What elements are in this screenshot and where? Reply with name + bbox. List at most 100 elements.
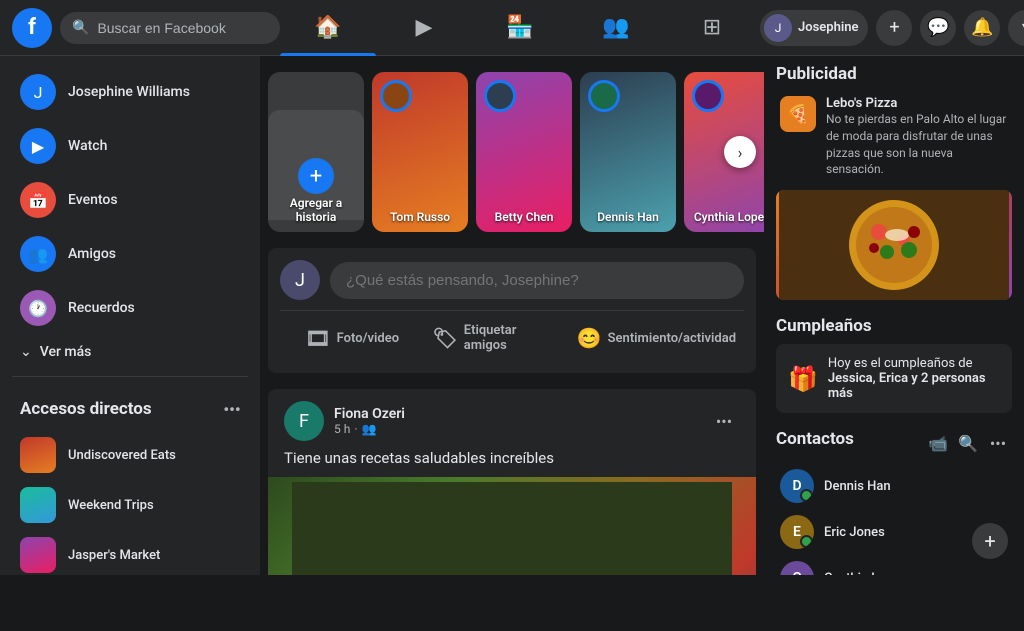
ad-card[interactable]: 🍕 Lebo's Pizza No te pierdas en Palo Alt… <box>776 92 1012 182</box>
add-contact-floating-button[interactable]: + <box>972 523 1008 559</box>
post-meta: 5 h · 👥 <box>334 422 405 436</box>
story-avatar-ring-0 <box>380 80 412 112</box>
add-button[interactable]: + <box>876 10 912 46</box>
tag-friends-label: Etiquetar amigos <box>464 323 561 353</box>
sidebar-amigos-label: Amigos <box>68 246 116 262</box>
story-card-0[interactable]: Tom Russo <box>372 72 468 232</box>
nav-marketplace-button[interactable]: 🏪 <box>472 4 568 52</box>
nav-gaming-button[interactable]: ⊞ <box>664 4 760 52</box>
sidebar-eventos-label: Eventos <box>68 192 118 208</box>
photo-video-button[interactable]: 🎞 Foto/video <box>280 315 424 361</box>
facebook-logo[interactable]: f <box>12 8 52 48</box>
search-box[interactable]: 🔍 <box>60 12 280 44</box>
story-avatar-ring-3 <box>692 80 724 112</box>
shortcut-item-0[interactable]: Undiscovered Eats <box>8 431 252 479</box>
add-story-icon: + <box>298 158 334 194</box>
tag-friends-button[interactable]: 🏷 Etiquetar amigos <box>424 315 568 361</box>
sidebar-item-amigos[interactable]: 👥 Amigos <box>8 228 252 280</box>
post-author-info: F Fiona Ozeri 5 h · 👥 <box>284 401 405 441</box>
shortcuts-header: Accesos directos ••• <box>0 385 260 429</box>
shortcut-img-0 <box>20 437 56 473</box>
feeling-activity-button[interactable]: 😊 Sentimiento/actividad <box>569 315 744 361</box>
contact-item-0[interactable]: D Dennis Han <box>776 463 1012 509</box>
create-post-input[interactable] <box>330 262 744 299</box>
ad-text: Lebo's Pizza No te pierdas en Palo Alto … <box>826 96 1008 178</box>
contact-item-2[interactable]: C Cynthia Lopez <box>776 555 1012 575</box>
ad-image <box>776 190 1012 300</box>
contacts-more-icon[interactable]: ••• <box>984 429 1012 457</box>
photo-video-icon: 🎞 <box>305 326 330 350</box>
nav-video-button[interactable]: ▶ <box>376 4 472 52</box>
sidebar-divider <box>12 376 248 377</box>
story-card-2[interactable]: Dennis Han <box>580 72 676 232</box>
nav-home-button[interactable]: 🏠 <box>280 4 376 52</box>
main-layout: J Josephine Williams ▶ Watch 📅 Eventos 👥… <box>0 56 1024 575</box>
sidebar-item-watch[interactable]: ▶ Watch <box>8 120 252 172</box>
story-label-2: Dennis Han <box>580 210 676 224</box>
messenger-button[interactable]: 💬 <box>920 10 956 46</box>
nav-groups-button[interactable]: 👥 <box>568 4 664 52</box>
contact-name-2: Cynthia Lopez <box>824 571 906 575</box>
story-card-1[interactable]: Betty Chen <box>476 72 572 232</box>
story-label-0: Tom Russo <box>372 210 468 224</box>
shortcut-label-1: Weekend Trips <box>68 498 154 513</box>
story-label-1: Betty Chen <box>476 210 572 224</box>
chevron-down-icon: ⌄ <box>20 344 32 360</box>
see-more-button-1[interactable]: ⌄ Ver más <box>8 336 252 368</box>
shortcut-img-2 <box>20 537 56 573</box>
ad-desc: No te pierdas en Palo Alto el lugar de m… <box>826 111 1008 178</box>
post-header: F Fiona Ozeri 5 h · 👥 ••• <box>268 389 756 449</box>
stories-next-button[interactable]: › <box>724 136 756 168</box>
sidebar-item-recuerdos[interactable]: 🕐 Recuerdos <box>8 282 252 334</box>
birthday-prefix: Hoy es el cumpleaños de <box>828 356 973 371</box>
create-post-card: J 🎞 Foto/video 🏷 Etiquetar amigos 😊 Sent… <box>268 248 756 373</box>
ad-title: Publicidad <box>776 64 1012 84</box>
post-author-avatar: F <box>284 401 324 441</box>
sidebar-item-user[interactable]: J Josephine Williams <box>8 66 252 118</box>
shortcuts-dots-button[interactable]: ••• <box>216 393 248 425</box>
contact-name-1: Eric Jones <box>824 525 885 540</box>
shortcut-img-1 <box>20 487 56 523</box>
birthday-title: Cumpleaños <box>776 316 1012 336</box>
watch-icon: ▶ <box>20 128 56 164</box>
center-feed: + Agregar a historia Tom Russo Betty Che… <box>260 56 764 575</box>
dropdown-button[interactable]: ▾ <box>1008 10 1024 46</box>
photo-video-label: Foto/video <box>337 331 399 346</box>
post-options-button[interactable]: ••• <box>708 405 740 437</box>
post-dot: · <box>354 422 357 436</box>
sidebar-recuerdos-label: Recuerdos <box>68 300 135 316</box>
shortcut-label-2: Jasper's Market <box>68 548 160 563</box>
contacts-video-icon[interactable]: 📹 <box>924 429 952 457</box>
story-avatar-ring-1 <box>484 80 516 112</box>
sidebar-watch-label: Watch <box>68 138 107 154</box>
ad-section: Publicidad 🍕 Lebo's Pizza No te pierdas … <box>776 64 1012 300</box>
post-author-details: Fiona Ozeri 5 h · 👥 <box>334 406 405 436</box>
birthday-names: Jessica, Erica y 2 personas más <box>828 371 986 401</box>
birthday-section: 🎁 Hoy es el cumpleaños de Jessica, Erica… <box>776 344 1012 413</box>
user-chip[interactable]: J Josephine <box>760 10 868 46</box>
post-text: Tiene unas recetas saludables increíbles <box>268 449 756 477</box>
tag-friends-icon: 🏷 <box>432 326 457 350</box>
ad-name: Lebo's Pizza <box>826 96 1008 111</box>
shortcut-item-2[interactable]: Jasper's Market <box>8 531 252 575</box>
contact-avatar-2: C <box>780 561 814 575</box>
shortcut-label-0: Undiscovered Eats <box>68 448 176 463</box>
post-card: F Fiona Ozeri 5 h · 👥 ••• Tiene unas rec… <box>268 389 756 575</box>
notification-button[interactable]: 🔔 <box>964 10 1000 46</box>
contact-avatar-0: D <box>780 469 814 503</box>
search-input[interactable] <box>97 20 257 36</box>
sidebar-item-eventos[interactable]: 📅 Eventos <box>8 174 252 226</box>
stories-row: + Agregar a historia Tom Russo Betty Che… <box>268 72 756 232</box>
contacts-search-icon[interactable]: 🔍 <box>954 429 982 457</box>
contacts-title: Contactos <box>776 429 854 449</box>
right-sidebar: Publicidad 🍕 Lebo's Pizza No te pierdas … <box>764 56 1024 575</box>
eventos-icon: 📅 <box>20 182 56 218</box>
story-label-3: Cynthia Lopez <box>684 210 764 224</box>
add-story-card[interactable]: + Agregar a historia <box>268 72 364 232</box>
ad-logo: 🍕 <box>780 96 816 132</box>
user-avatar: J <box>20 74 56 110</box>
topnav: f 🔍 🏠 ▶ 🏪 👥 ⊞ J Josephine + 💬 🔔 ▾ <box>0 0 1024 56</box>
recuerdos-icon: 🕐 <box>20 290 56 326</box>
contact-name-0: Dennis Han <box>824 479 891 494</box>
shortcut-item-1[interactable]: Weekend Trips <box>8 481 252 529</box>
